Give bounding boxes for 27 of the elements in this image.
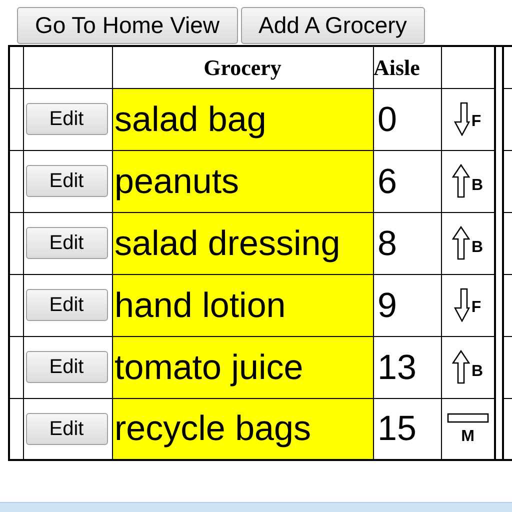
edit-button[interactable]: Edit: [26, 165, 108, 197]
aisle-cell: 13: [373, 336, 441, 398]
location-letter: F: [471, 299, 482, 316]
aisle-cell: 0: [373, 88, 441, 150]
grocery-cell: recycle bags: [112, 398, 373, 460]
toolbar-button[interactable]: Go To Home View: [17, 7, 238, 44]
grocery-cell: tomato juice: [112, 336, 373, 398]
location-letter: F: [471, 113, 482, 130]
location-letter: B: [471, 239, 484, 256]
edit-button[interactable]: Edit: [26, 289, 108, 321]
grocery-cell: peanuts: [112, 150, 373, 212]
edit-button[interactable]: Edit: [26, 412, 108, 445]
grocery-cell: hand lotion: [112, 274, 373, 336]
edit-button[interactable]: Edit: [26, 103, 108, 135]
column-header: Aisle: [373, 46, 441, 88]
location-letter: B: [471, 177, 484, 194]
edit-button[interactable]: Edit: [26, 227, 108, 259]
location-letter: M: [461, 428, 474, 445]
column-header: Grocery: [112, 46, 373, 88]
grocery-cell: salad bag: [112, 88, 373, 150]
aisle-cell: 8: [373, 212, 441, 274]
grocery-cell: salad dressing: [112, 212, 373, 274]
edit-button[interactable]: Edit: [26, 351, 108, 383]
aisle-cell: 9: [373, 274, 441, 336]
toolbar-button[interactable]: Add A Grocery: [240, 7, 425, 44]
location-letter: B: [471, 363, 484, 380]
aisle-cell: 6: [373, 150, 441, 212]
